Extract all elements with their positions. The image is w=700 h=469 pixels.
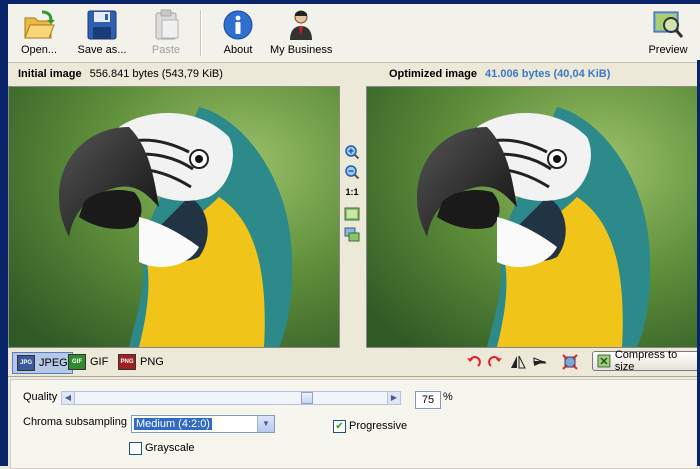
- initial-image-view[interactable]: [8, 86, 340, 348]
- zoom-in-icon[interactable]: [344, 144, 360, 160]
- fit-to-window-icon[interactable]: [344, 206, 360, 222]
- initial-image-label: Initial image: [18, 68, 82, 80]
- chevron-down-icon[interactable]: ▼: [257, 416, 274, 432]
- app-window: Open... Save as... Paste About My Busine…: [0, 0, 700, 469]
- tab-gif[interactable]: GIF GIF: [64, 352, 112, 372]
- grayscale-checkbox[interactable]: [129, 442, 142, 455]
- paste-button[interactable]: Paste: [144, 6, 188, 60]
- toolbar: Open... Save as... Paste About My Busine…: [8, 4, 700, 63]
- initial-image-size: 556.841 bytes (543,79 KiB): [89, 68, 223, 80]
- crop-resize-icon[interactable]: [562, 354, 578, 370]
- compare-images-icon[interactable]: [344, 227, 360, 243]
- flip-vertical-icon[interactable]: [532, 354, 548, 370]
- optimized-image-label: Optimized image: [389, 68, 478, 80]
- zoom-toolbar: 1:1: [340, 86, 364, 346]
- quality-label: Quality: [23, 391, 58, 403]
- chroma-subsampling-select[interactable]: Medium (4:2:0) ▼: [131, 415, 275, 433]
- optimized-image-size: 41.006 bytes (40,04 KiB): [485, 68, 611, 80]
- image-header-row: Initial image 556.841 bytes (543,79 KiB) …: [8, 64, 700, 84]
- jpeg-settings-panel: Quality ◀ ▶ 75 % Chroma subsampling Medi…: [8, 376, 700, 469]
- flip-horizontal-icon[interactable]: [510, 354, 526, 370]
- gif-format-icon: GIF: [68, 354, 86, 370]
- initial-image-header: Initial image 556.841 bytes (543,79 KiB): [18, 68, 223, 80]
- settings-inner: Quality ◀ ▶ 75 % Chroma subsampling Medi…: [10, 379, 700, 469]
- percent-label: %: [443, 391, 453, 403]
- my-business-label: My Business: [270, 44, 333, 56]
- open-label: Open...: [20, 44, 58, 56]
- progressive-label: Progressive: [349, 420, 408, 432]
- rotate-left-icon[interactable]: [466, 354, 482, 370]
- progressive-checkbox[interactable]: ✔: [333, 420, 346, 433]
- window-left-edge: [0, 0, 8, 466]
- zoom-out-icon[interactable]: [344, 164, 360, 180]
- quality-slider-thumb[interactable]: [301, 392, 313, 404]
- initial-parrot-image: [9, 87, 339, 347]
- compress-to-size-button[interactable]: Compress to size: [592, 349, 700, 373]
- about-button[interactable]: About: [216, 6, 260, 60]
- save-as-button[interactable]: Save as...: [74, 6, 130, 60]
- preview-button[interactable]: Preview: [644, 6, 692, 60]
- floppy-disk-icon: [87, 10, 117, 40]
- quality-slider[interactable]: ◀ ▶: [61, 391, 401, 405]
- rotate-right-icon[interactable]: [487, 354, 503, 370]
- jpeg-format-icon: JPG: [17, 355, 35, 371]
- format-bar: JPG JPEG GIF GIF PNG PNG Compress to siz…: [8, 349, 700, 374]
- quality-value-input[interactable]: 75: [415, 391, 441, 409]
- businessman-icon: [290, 10, 312, 40]
- about-label: About: [223, 44, 253, 56]
- png-format-icon: PNG: [118, 354, 136, 370]
- chroma-subsampling-value: Medium (4:2:0): [134, 418, 212, 430]
- preview-magnifier-icon: [653, 11, 684, 38]
- optimized-image-header: Optimized image 41.006 bytes (40,04 KiB): [389, 68, 610, 80]
- tab-gif-label: GIF: [90, 356, 109, 368]
- optimized-parrot-image: [367, 87, 697, 347]
- optimized-image-view[interactable]: [366, 86, 698, 348]
- tab-png[interactable]: PNG PNG: [114, 352, 168, 372]
- toolbar-separator: [200, 10, 202, 56]
- compress-to-size-label: Compress to size: [614, 349, 678, 373]
- compress-icon: [597, 354, 611, 368]
- paste-icon: [155, 9, 179, 40]
- slider-right-arrow[interactable]: ▶: [387, 392, 400, 404]
- preview-label: Preview: [648, 44, 688, 56]
- slider-left-arrow[interactable]: ◀: [62, 392, 75, 404]
- paste-label: Paste: [151, 44, 181, 56]
- save-as-label: Save as...: [77, 44, 127, 56]
- zoom-actual-size-button[interactable]: 1:1: [342, 187, 362, 197]
- folder-open-icon: [24, 10, 55, 39]
- my-business-button[interactable]: My Business: [270, 6, 332, 60]
- info-icon: [223, 10, 253, 40]
- tab-png-label: PNG: [140, 356, 164, 368]
- grayscale-label: Grayscale: [145, 442, 195, 454]
- chroma-subsampling-label: Chroma subsampling: [23, 416, 127, 428]
- open-button[interactable]: Open...: [14, 6, 64, 60]
